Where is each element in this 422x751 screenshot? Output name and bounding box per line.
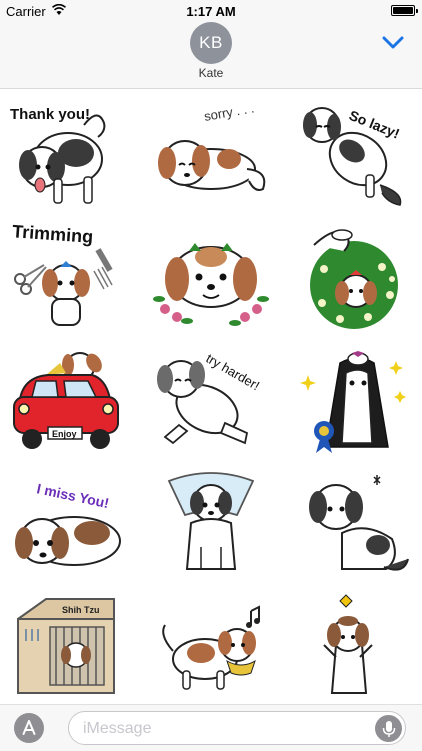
sticker-text: I miss You! (35, 480, 110, 511)
microphone-icon (382, 720, 395, 737)
conversation-header: KB Kate (0, 22, 422, 89)
chevron-down-icon[interactable] (382, 36, 404, 50)
battery-icon (391, 5, 418, 16)
sticker-grumpy[interactable] (296, 463, 416, 579)
sticker-butterfly[interactable] (296, 585, 416, 701)
sticker-flowers[interactable] (151, 217, 271, 333)
contact-avatar[interactable]: KB (190, 22, 232, 64)
avatar-initials: KB (199, 33, 223, 52)
sticker-clover-field[interactable] (296, 217, 416, 333)
sticker-text: sorry . . . (203, 100, 255, 124)
clock: 1:17 AM (186, 4, 236, 19)
sticker-car-enjoy[interactable]: Enjoy (6, 339, 126, 455)
sticker-grid: Thank you! sorry . . . So lazy! Trimming… (0, 89, 422, 704)
sticker-thank-you[interactable]: Thank you! (6, 97, 126, 213)
sticker-happy-walk[interactable] (151, 585, 271, 701)
sticker-i-miss-you[interactable]: I miss You! (6, 463, 126, 579)
sticker-try-harder[interactable]: try harder! (151, 339, 271, 455)
sticker-text: Trimming (12, 221, 94, 247)
app-store-icon (22, 720, 36, 735)
sticker-text: Thank you! (10, 106, 90, 123)
microphone-button[interactable] (375, 715, 402, 742)
sticker-show-dog[interactable] (296, 339, 416, 455)
sticker-text: Enjoy (52, 429, 77, 439)
message-placeholder: iMessage (83, 720, 152, 737)
message-input[interactable]: iMessage (68, 711, 406, 745)
sticker-trimming[interactable]: Trimming (6, 217, 126, 333)
sticker-text: Shih Tzu (62, 605, 100, 615)
status-bar: Carrier 1:17 AM (0, 0, 422, 22)
composer-bar: iMessage (0, 704, 422, 751)
app-store-button[interactable] (14, 713, 44, 743)
sticker-so-lazy[interactable]: So lazy! (296, 97, 416, 213)
sticker-sorry[interactable]: sorry . . . (151, 97, 271, 213)
contact-name[interactable]: Kate (0, 66, 422, 80)
sticker-crate[interactable]: Shih Tzu (6, 585, 126, 701)
sticker-cone-collar[interactable] (151, 463, 271, 579)
